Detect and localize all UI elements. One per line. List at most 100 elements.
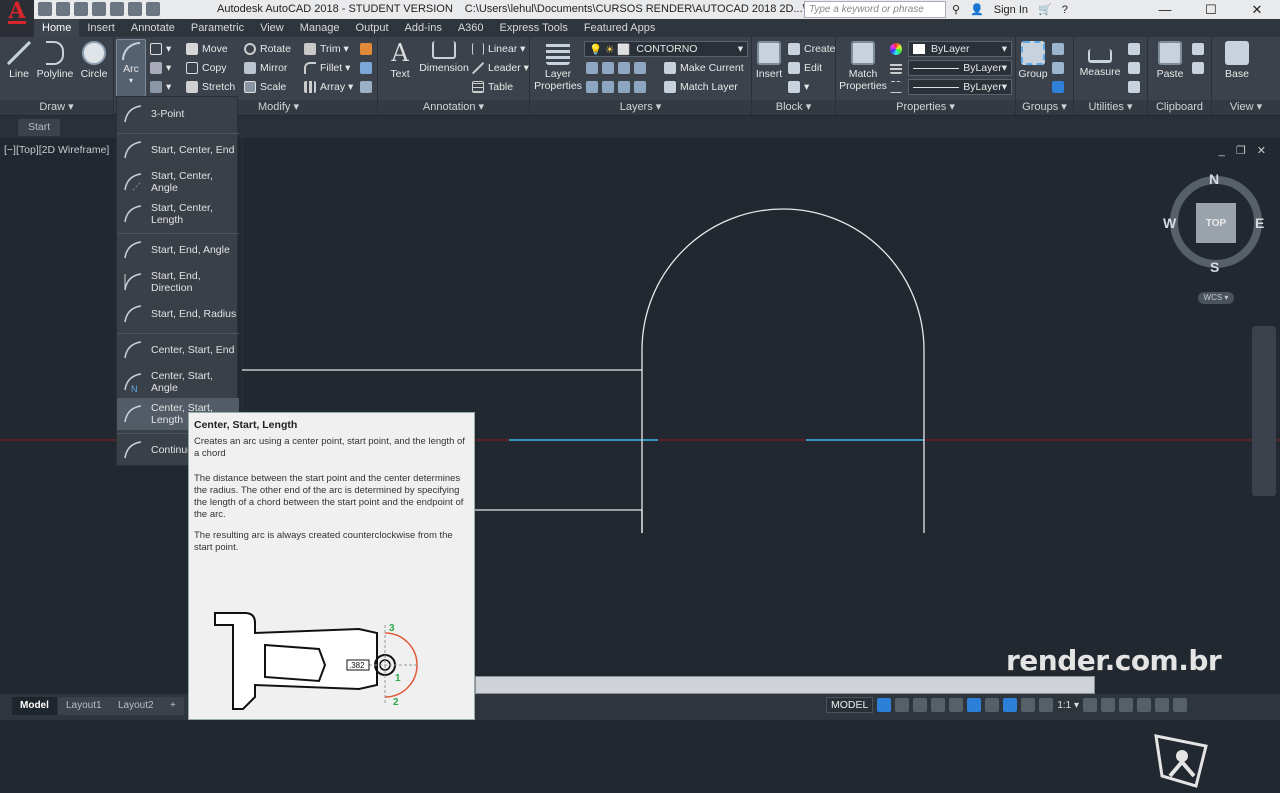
tab-a360[interactable]: A360 xyxy=(450,19,492,37)
fillet-button[interactable]: Fillet ▾ xyxy=(304,60,350,76)
mirror-button[interactable]: Mirror xyxy=(244,60,287,76)
transparency-icon[interactable] xyxy=(1003,698,1018,712)
calculator-button[interactable] xyxy=(1128,79,1140,95)
menu-item-start-center-angle[interactable]: Start, Center, Angle xyxy=(117,166,239,198)
add-layout-button[interactable]: + xyxy=(162,697,184,715)
tab-model[interactable]: Model xyxy=(12,697,57,715)
hardware-acceleration-icon[interactable] xyxy=(1119,698,1134,712)
dimension-button[interactable]: Dimension xyxy=(418,41,470,74)
grid-icon[interactable] xyxy=(877,698,892,712)
linetype-icon[interactable] xyxy=(890,79,902,95)
copy-button[interactable]: Copy xyxy=(186,60,227,76)
lineweight-icon[interactable] xyxy=(890,60,902,76)
tab-annotate[interactable]: Annotate xyxy=(123,19,183,37)
tab-view[interactable]: View xyxy=(252,19,292,37)
layer-properties-button[interactable]: Layer Properties xyxy=(534,41,582,92)
group-edit-button[interactable] xyxy=(1052,60,1064,76)
layer-dropdown[interactable]: 💡 ☀ ⬜ CONTORNO ▾ xyxy=(584,41,748,57)
layers-panel-title[interactable]: Layers ▾ xyxy=(530,100,751,115)
cart-icon[interactable]: 🛒 xyxy=(1038,3,1052,16)
compass-north[interactable]: N xyxy=(1209,171,1219,187)
model-space-button[interactable]: MODEL xyxy=(826,697,874,713)
compass-west[interactable]: W xyxy=(1163,215,1176,231)
undo-icon[interactable] xyxy=(128,2,142,16)
edit-block-button[interactable]: Edit xyxy=(788,60,822,76)
minimize-button[interactable]: — xyxy=(1142,0,1188,19)
tab-manage[interactable]: Manage xyxy=(292,19,348,37)
close-button[interactable]: ✕ xyxy=(1234,0,1280,19)
scale-button[interactable]: Scale xyxy=(244,79,286,95)
menu-item-start-center-length[interactable]: Start, Center, Length xyxy=(117,198,239,230)
match-layer-button[interactable]: Match Layer xyxy=(664,79,738,95)
lineweight-dropdown[interactable]: ByLayer ▾ xyxy=(908,79,1012,95)
group-button[interactable]: Group xyxy=(1018,41,1048,80)
tab-featured-apps[interactable]: Featured Apps xyxy=(576,19,664,37)
polyline-button[interactable]: Polyline xyxy=(36,41,74,80)
leader-button[interactable]: Leader ▾ xyxy=(472,60,529,76)
rectangle-button[interactable]: ▾ xyxy=(150,41,171,57)
compass-south[interactable]: S xyxy=(1210,259,1219,275)
command-line[interactable] xyxy=(475,676,1095,694)
menu-item-start-end-radius[interactable]: Start, End, Radius xyxy=(117,298,239,330)
offset-button[interactable] xyxy=(360,79,372,95)
block-attributes-button[interactable]: ▾ xyxy=(788,79,809,95)
annotation-scale[interactable]: 1:1 ▾ xyxy=(1057,700,1079,711)
rotate-button[interactable]: Rotate xyxy=(244,41,291,57)
line-button[interactable]: Line xyxy=(6,41,32,80)
tab-parametric[interactable]: Parametric xyxy=(183,19,252,37)
save-icon[interactable] xyxy=(74,2,88,16)
quick-select-button[interactable] xyxy=(1128,41,1140,57)
layer-unisolate-icon[interactable] xyxy=(602,81,614,93)
draw-more-button[interactable]: ▾ xyxy=(150,79,171,95)
insert-block-button[interactable]: Insert xyxy=(754,41,784,80)
sign-in-link[interactable]: Sign In xyxy=(994,4,1028,16)
tab-express-tools[interactable]: Express Tools xyxy=(492,19,576,37)
draw-panel-title[interactable]: Draw ▾ xyxy=(0,100,113,115)
selection-cycling-icon[interactable] xyxy=(1021,698,1036,712)
layer-freeze-icon[interactable] xyxy=(618,62,630,74)
print-icon[interactable] xyxy=(110,2,124,16)
arc-dropdown-arrow[interactable]: ▾ xyxy=(117,75,145,87)
groups-panel-title[interactable]: Groups ▾ xyxy=(1016,100,1073,115)
gear-icon[interactable] xyxy=(1083,698,1098,712)
navigation-bar[interactable] xyxy=(1252,326,1276,496)
open-icon[interactable] xyxy=(56,2,70,16)
clean-screen-icon[interactable] xyxy=(1155,698,1170,712)
table-button[interactable]: Table xyxy=(472,79,513,95)
view-panel-title[interactable]: View ▾ xyxy=(1212,100,1280,115)
customization-icon[interactable] xyxy=(1173,698,1188,712)
arc-button[interactable]: Arc ▾ xyxy=(116,39,146,97)
color-dropdown[interactable]: ByLayer ▾ xyxy=(908,41,1012,57)
menu-item-start-end-direction[interactable]: Start, End, Direction xyxy=(117,266,239,298)
redo-icon[interactable] xyxy=(146,2,160,16)
application-menu-button[interactable]: A xyxy=(0,0,34,37)
ungroup-button[interactable] xyxy=(1052,41,1064,57)
menu-item-center-start-angle[interactable]: N Center, Start, Angle xyxy=(117,366,239,398)
layer-lock-icon[interactable] xyxy=(634,62,646,74)
menu-item-start-end-angle[interactable]: Start, End, Angle xyxy=(117,234,239,266)
layer-off-icon[interactable] xyxy=(586,62,598,74)
utilities-panel-title[interactable]: Utilities ▾ xyxy=(1074,100,1147,115)
layer-tools-row-1[interactable] xyxy=(586,60,646,76)
trim-button[interactable]: Trim ▾ xyxy=(304,41,349,57)
quick-access-toolbar[interactable] xyxy=(38,2,160,16)
cut-button[interactable] xyxy=(1192,41,1204,57)
menu-item-center-start-end[interactable]: Center, Start, End xyxy=(117,334,239,366)
new-icon[interactable] xyxy=(38,2,52,16)
create-block-button[interactable]: Create xyxy=(788,41,836,57)
tab-layout1[interactable]: Layout1 xyxy=(58,697,110,715)
snap-icon[interactable] xyxy=(895,698,910,712)
id-point-button[interactable] xyxy=(1128,60,1140,76)
maximize-button[interactable]: ☐ xyxy=(1188,0,1234,19)
annotation-panel-title[interactable]: Annotation ▾ xyxy=(378,100,529,115)
tab-insert[interactable]: Insert xyxy=(79,19,123,37)
clipboard-panel-title[interactable]: Clipboard xyxy=(1148,100,1211,115)
lineweight-display-icon[interactable] xyxy=(985,698,1000,712)
tab-output[interactable]: Output xyxy=(348,19,397,37)
compass-east[interactable]: E xyxy=(1255,215,1264,231)
match-properties-button[interactable]: Match Properties xyxy=(838,41,888,92)
binoculars-icon[interactable]: ⚲ xyxy=(952,3,960,16)
linetype-dropdown[interactable]: ByLayer ▾ xyxy=(908,60,1012,76)
erase-button[interactable] xyxy=(360,41,372,57)
paste-button[interactable]: Paste xyxy=(1152,41,1188,80)
